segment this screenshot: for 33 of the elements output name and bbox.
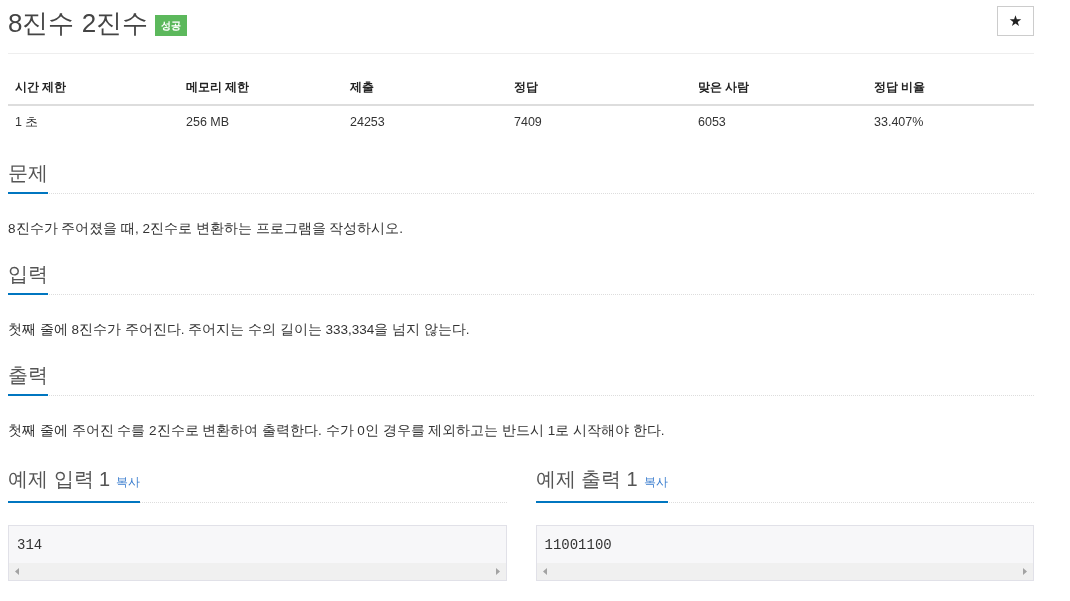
column-header: 정답 비율	[867, 68, 1034, 106]
star-button[interactable]: ★	[997, 6, 1034, 36]
copy-link[interactable]: 복사	[116, 471, 141, 493]
sample-text: 11001100	[543, 536, 613, 555]
table-cell-text: 1 초	[14, 114, 40, 131]
sample-heading: 예제 출력 1	[535, 468, 638, 490]
horizontal-scrollbar[interactable]	[9, 563, 506, 580]
section-text: 첫째 줄에 주어진 수를 2진수로 변환하여 출력한다. 수가 0인 경우를 제외하고는 반드시 1로 시작해야 한다.	[8, 422, 666, 440]
column-header: 정답	[507, 68, 691, 106]
table-cell-text: 24253	[349, 114, 386, 131]
scroll-left-icon[interactable]	[542, 568, 547, 575]
sample-heading: 예제 입력 1	[8, 468, 111, 490]
section-heading: 문제	[8, 162, 48, 194]
column-header: 맞은 사람	[691, 68, 867, 106]
table-cell-text: 7409	[513, 114, 543, 131]
section-text: 8진수가 주어졌을 때, 2진수로 변환하는 프로그램을 작성하시오.	[8, 220, 405, 238]
status-badge: 성공	[155, 14, 188, 36]
column-header: 메모리 제한	[179, 68, 343, 106]
section-heading: 입력	[8, 263, 48, 295]
horizontal-scrollbar[interactable]	[536, 563, 1033, 580]
column-header: 제출	[343, 68, 507, 106]
scroll-right-icon[interactable]	[495, 568, 500, 575]
problem-title: 8진수 2진수	[8, 8, 149, 38]
section-text: 첫째 줄에 8진수가 주어진다. 주어지는 수의 길이는 333,334을 넘지 않는다.	[8, 321, 471, 339]
section-heading: 출력	[8, 364, 48, 396]
sample-text: 314	[16, 536, 44, 555]
column-header: 시간 제한	[8, 68, 179, 106]
scroll-right-icon[interactable]	[1023, 568, 1027, 575]
table-cell-text: 6053	[697, 114, 727, 131]
scroll-left-icon[interactable]	[15, 568, 19, 575]
table-cell-text: 33.407%	[873, 114, 925, 131]
copy-link[interactable]: 복사	[643, 471, 668, 493]
table-cell-text: 256 MB	[185, 114, 231, 131]
